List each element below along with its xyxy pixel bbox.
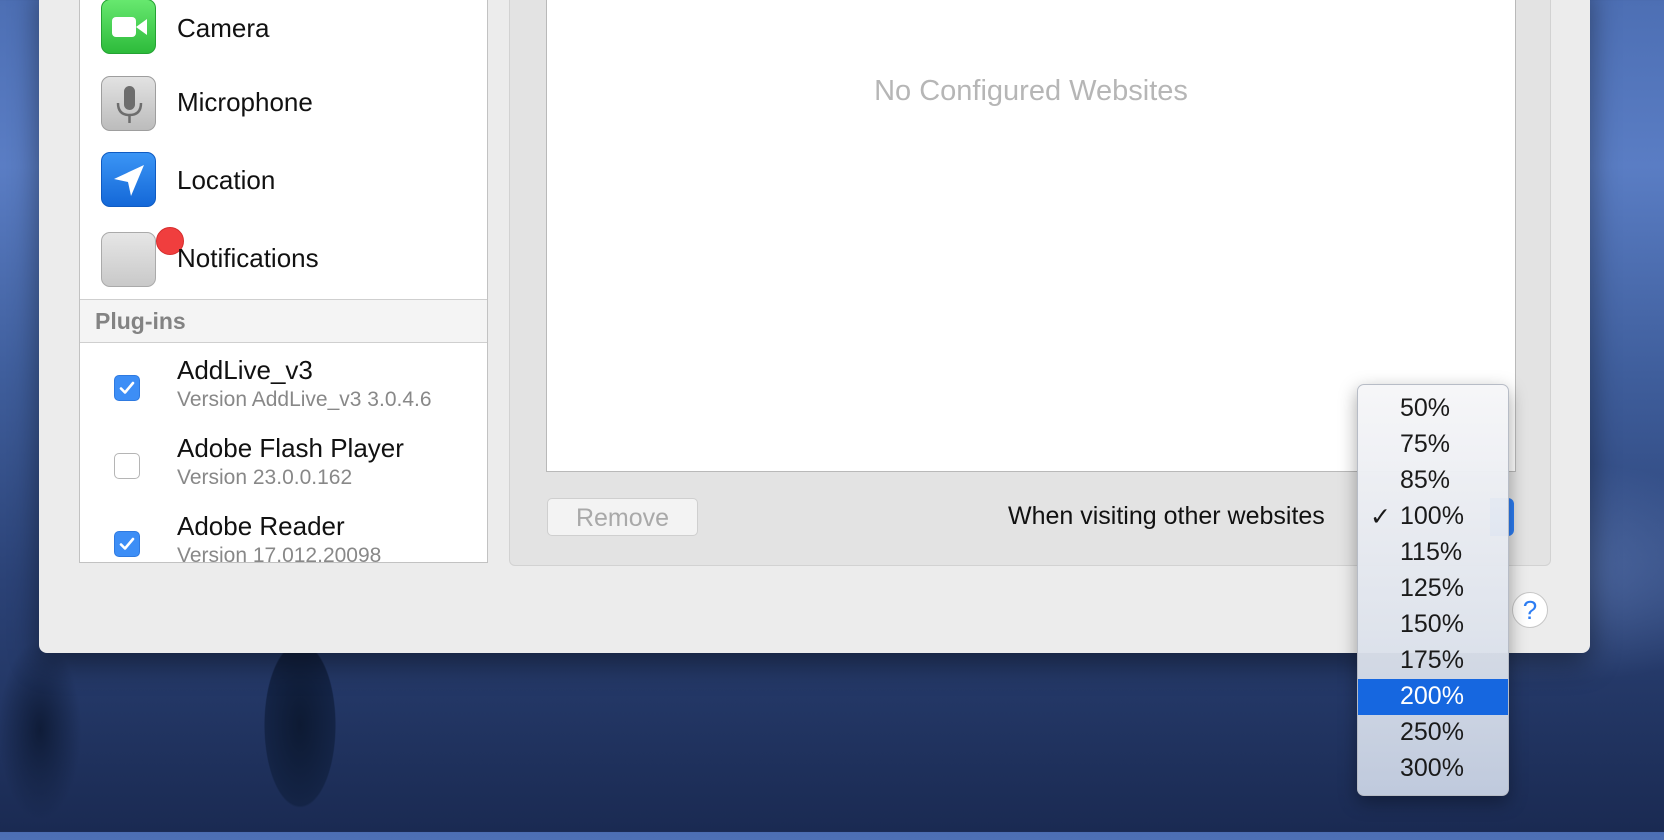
notifications-icon (101, 227, 184, 287)
sidebar-item-microphone[interactable]: Microphone (80, 73, 487, 143)
plugin-version: Version 17.012.20098 (177, 544, 382, 563)
menu-item-zoom[interactable]: 150% (1358, 607, 1508, 643)
checkmark-icon (119, 381, 135, 394)
plugin-checkbox[interactable] (114, 375, 140, 401)
plugin-checkbox[interactable] (114, 453, 140, 479)
sidebar-item-location[interactable]: Location (80, 149, 487, 219)
menu-item-zoom[interactable]: 75% (1358, 427, 1508, 463)
menu-item-zoom[interactable]: 250% (1358, 715, 1508, 751)
menu-item-zoom[interactable]: 200% (1358, 679, 1508, 715)
plugin-version: Version 23.0.0.162 (177, 466, 353, 489)
plugin-name: Adobe Flash Player (177, 433, 404, 463)
menu-item-label: 300% (1400, 754, 1464, 782)
menu-item-label: 250% (1400, 718, 1464, 746)
zoom-dropdown-menu[interactable]: 50% 75% 85% ✓ 100% 115% 125% 150% 175% 200% 250% 30… (1357, 384, 1509, 796)
checkmark-icon: ✓ (1370, 503, 1391, 531)
plugin-name: AddLive_v3 (177, 355, 313, 385)
sidebar-item-label: Camera (177, 13, 270, 43)
plugin-row-adobe-reader[interactable]: Adobe Reader Version 17.012.20098 (80, 511, 487, 563)
menu-item-zoom[interactable]: 125% (1358, 571, 1508, 607)
menu-item-label: 115% (1400, 538, 1463, 566)
menu-item-zoom[interactable]: 50% (1358, 391, 1508, 427)
plugin-row-addlive[interactable]: AddLive_v3 Version AddLive_v3 3.0.4.6 (80, 355, 487, 433)
plugins-section-header: Plug-ins (80, 299, 487, 343)
plugin-row-flash[interactable]: Adobe Flash Player Version 23.0.0.162 (80, 433, 487, 511)
menu-item-zoom[interactable]: 300% (1358, 751, 1508, 787)
plugin-version: Version AddLive_v3 3.0.4.6 (177, 388, 432, 411)
remove-button[interactable]: Remove (547, 498, 698, 536)
sidebar-item-label: Location (177, 165, 276, 195)
menu-item-label: 100% (1400, 502, 1464, 530)
section-title: Plug-ins (95, 308, 186, 334)
sidebar-item-notifications[interactable]: Notifications (80, 227, 487, 297)
menu-item-zoom[interactable]: 175% (1358, 643, 1508, 679)
location-icon (101, 152, 156, 207)
other-websites-label: When visiting other websites (1008, 502, 1325, 530)
menu-item-label: 200% (1400, 682, 1464, 710)
menu-item-zoom[interactable]: 85% (1358, 463, 1508, 499)
plugin-checkbox[interactable] (114, 531, 140, 557)
menu-item-label: 150% (1400, 610, 1464, 638)
menu-item-label: 75% (1400, 430, 1451, 458)
menu-item-zoom[interactable]: 115% (1358, 535, 1508, 571)
sidebar-item-label: Notifications (177, 243, 319, 273)
empty-list-message: No Configured Websites (874, 75, 1188, 107)
menu-item-label: 50% (1400, 394, 1451, 422)
sidebar-item-camera[interactable]: Camera (80, 0, 487, 69)
help-button[interactable]: ? (1512, 592, 1548, 628)
menu-item-label: 125% (1400, 574, 1464, 602)
microphone-icon (101, 76, 156, 131)
menu-item-label: 175% (1400, 646, 1464, 674)
checkmark-icon (119, 537, 135, 550)
plugin-name: Adobe Reader (177, 511, 345, 541)
menu-item-label: 85% (1400, 466, 1451, 494)
permissions-list: Camera Microphone Location Notifications… (79, 0, 488, 563)
menu-item-zoom[interactable]: ✓ 100% (1358, 499, 1508, 535)
camera-icon (101, 0, 156, 54)
sidebar-item-label: Microphone (177, 87, 313, 117)
